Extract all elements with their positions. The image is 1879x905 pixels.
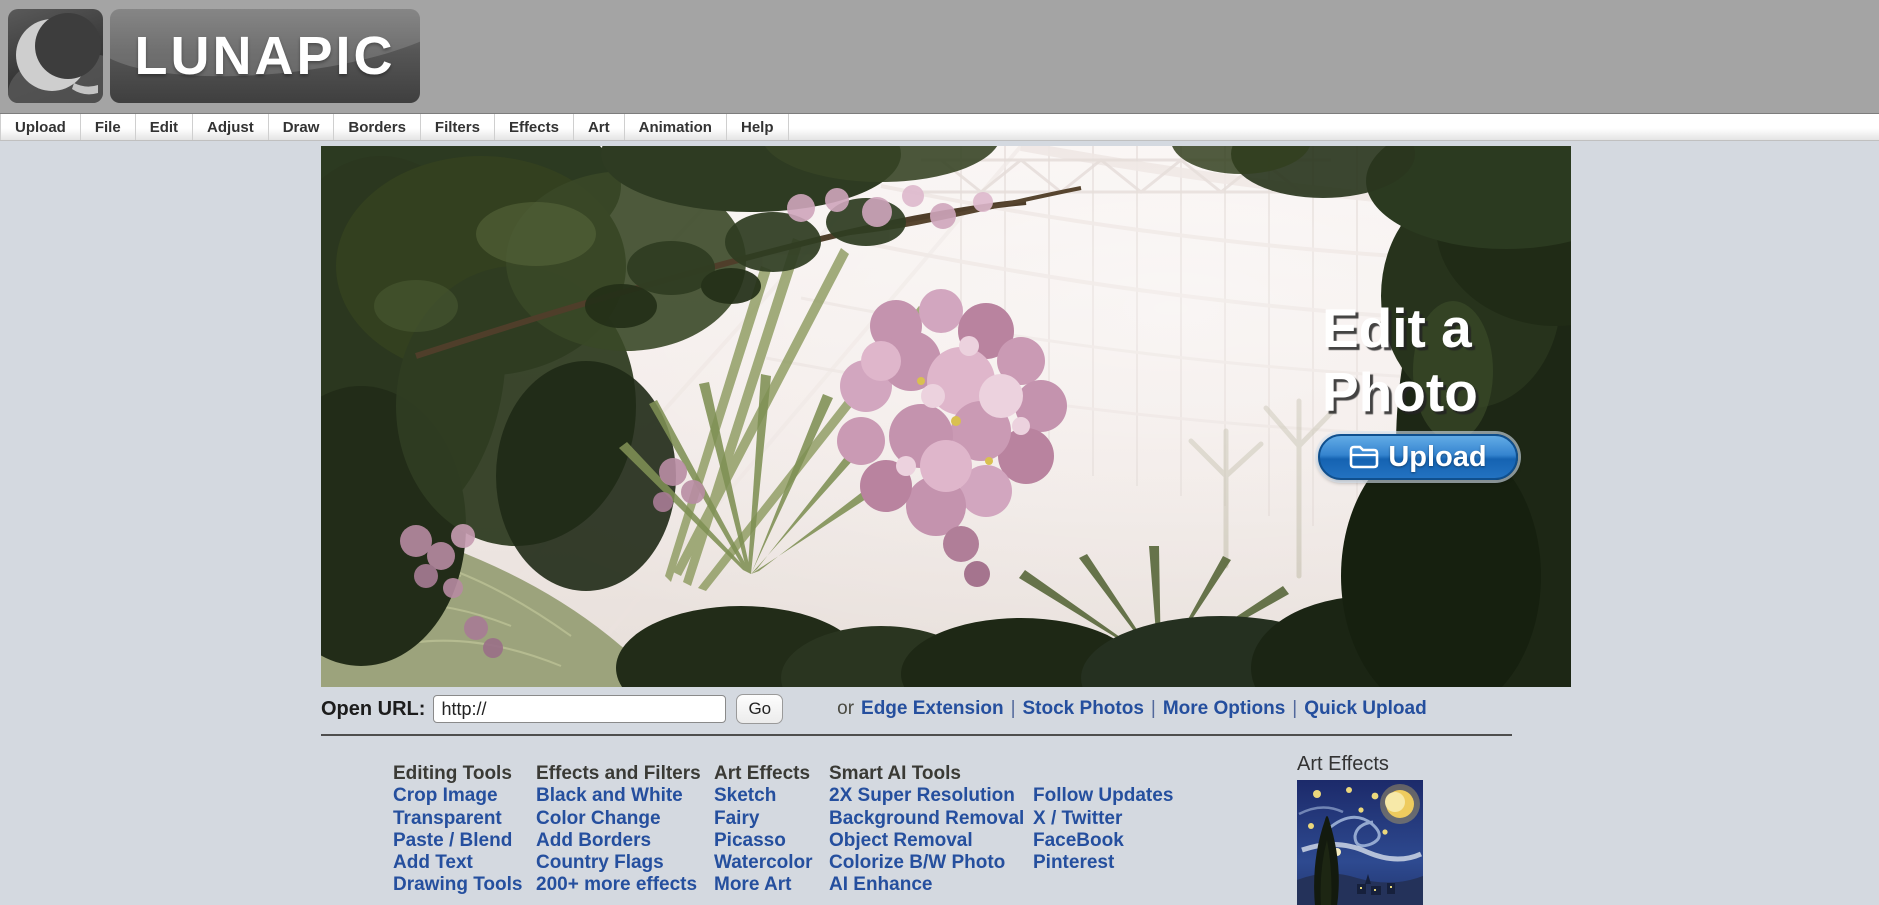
- hero-headline-line2: Photo: [1322, 360, 1478, 424]
- menu-item-upload[interactable]: Upload: [0, 114, 81, 140]
- link-more-art[interactable]: More Art: [714, 874, 829, 896]
- hero-headline: Edit a Photo: [1322, 296, 1478, 424]
- link-black-and-white[interactable]: Black and White: [536, 785, 714, 807]
- upload-button[interactable]: Upload: [1318, 434, 1518, 480]
- column-header-art-effects: Art Effects: [714, 763, 829, 785]
- moon-logo-icon: [8, 9, 103, 103]
- column-editing-tools: Editing ToolsCrop ImageTransparentPaste …: [393, 763, 536, 897]
- link-200-more-effects[interactable]: 200+ more effects: [536, 874, 714, 896]
- menu-item-borders[interactable]: Borders: [334, 114, 421, 140]
- menu-item-file[interactable]: File: [81, 114, 136, 140]
- open-url-input[interactable]: [433, 695, 726, 723]
- link-background-removal[interactable]: Background Removal: [829, 808, 1033, 830]
- art-effects-promo-label: Art Effects: [1297, 753, 1423, 776]
- link-edge-extension[interactable]: Edge Extension: [861, 698, 1004, 720]
- link-ai-enhance[interactable]: AI Enhance: [829, 874, 1033, 896]
- column-follow: Follow UpdatesX / TwitterFaceBookPintere…: [1033, 763, 1173, 897]
- column-header-smart-ai-tools: Smart AI Tools: [829, 763, 1033, 785]
- link-columns: Editing ToolsCrop ImageTransparentPaste …: [393, 763, 1173, 897]
- column-smart-ai-tools: Smart AI Tools2X Super ResolutionBackgro…: [829, 763, 1033, 897]
- link-follow-updates[interactable]: Follow Updates: [1033, 785, 1173, 807]
- link-object-removal[interactable]: Object Removal: [829, 830, 1033, 852]
- menu-item-animation[interactable]: Animation: [625, 114, 727, 140]
- link-watercolor[interactable]: Watercolor: [714, 852, 829, 874]
- link-facebook[interactable]: FaceBook: [1033, 830, 1173, 852]
- logo-wordmark: LUNAPIC: [110, 9, 420, 103]
- link-x-twitter[interactable]: X / Twitter: [1033, 808, 1173, 830]
- link-stock-photos[interactable]: Stock Photos: [1023, 698, 1144, 720]
- open-url-label: Open URL:: [321, 698, 425, 721]
- starry-night-thumbnail[interactable]: [1297, 780, 1423, 905]
- link-more-options[interactable]: More Options: [1163, 698, 1285, 720]
- tools-links-section: Editing ToolsCrop ImageTransparentPaste …: [321, 736, 1871, 905]
- logo-text: LUNAPIC: [135, 25, 396, 87]
- menu-item-help[interactable]: Help: [727, 114, 789, 140]
- link-picasso[interactable]: Picasso: [714, 830, 829, 852]
- link-fairy[interactable]: Fairy: [714, 808, 829, 830]
- link-separator: |: [1292, 698, 1297, 720]
- go-button[interactable]: Go: [736, 694, 783, 724]
- link-crop-image[interactable]: Crop Image: [393, 785, 536, 807]
- link-quick-upload[interactable]: Quick Upload: [1304, 698, 1426, 720]
- art-effects-promo: Art Effects: [1297, 753, 1423, 905]
- link-paste-blend[interactable]: Paste / Blend: [393, 830, 536, 852]
- upload-button-label: Upload: [1388, 441, 1486, 474]
- or-text: or: [837, 698, 854, 720]
- menu-item-draw[interactable]: Draw: [269, 114, 335, 140]
- menu-item-filters[interactable]: Filters: [421, 114, 495, 140]
- link-pinterest[interactable]: Pinterest: [1033, 852, 1173, 874]
- column-header-editing-tools: Editing Tools: [393, 763, 536, 785]
- link-color-change[interactable]: Color Change: [536, 808, 714, 830]
- lunapic-logo[interactable]: LUNAPIC: [8, 9, 420, 103]
- link-sketch[interactable]: Sketch: [714, 785, 829, 807]
- link-add-borders[interactable]: Add Borders: [536, 830, 714, 852]
- link-add-text[interactable]: Add Text: [393, 852, 536, 874]
- link-separator: |: [1151, 698, 1156, 720]
- hero-photo: Edit a Photo Upload: [321, 146, 1571, 687]
- open-url-row: Open URL: Go or Edge Extension | Stock Pho…: [321, 694, 1879, 724]
- link-country-flags[interactable]: Country Flags: [536, 852, 714, 874]
- menu-item-art[interactable]: Art: [574, 114, 625, 140]
- link-transparent[interactable]: Transparent: [393, 808, 536, 830]
- column-effects-and-filters: Effects and FiltersBlack and WhiteColor …: [536, 763, 714, 897]
- hero-headline-line1: Edit a: [1322, 296, 1478, 360]
- column-header-effects-and-filters: Effects and Filters: [536, 763, 714, 785]
- site-header: LUNAPIC: [0, 0, 1879, 113]
- alternate-upload-links: or Edge Extension | Stock Photos | More Opti…: [837, 698, 1427, 720]
- menu-item-edit[interactable]: Edit: [136, 114, 193, 140]
- link-colorize-b-w-photo[interactable]: Colorize B/W Photo: [829, 852, 1033, 874]
- column-art-effects: Art EffectsSketchFairyPicassoWatercolorM…: [714, 763, 829, 897]
- menu-item-effects[interactable]: Effects: [495, 114, 574, 140]
- link-separator: |: [1011, 698, 1016, 720]
- link-2x-super-resolution[interactable]: 2X Super Resolution: [829, 785, 1033, 807]
- folder-icon: [1349, 445, 1379, 469]
- menu-item-adjust[interactable]: Adjust: [193, 114, 269, 140]
- menu-bar: UploadFileEditAdjustDrawBordersFiltersEf…: [0, 113, 1879, 141]
- link-drawing-tools[interactable]: Drawing Tools: [393, 874, 536, 896]
